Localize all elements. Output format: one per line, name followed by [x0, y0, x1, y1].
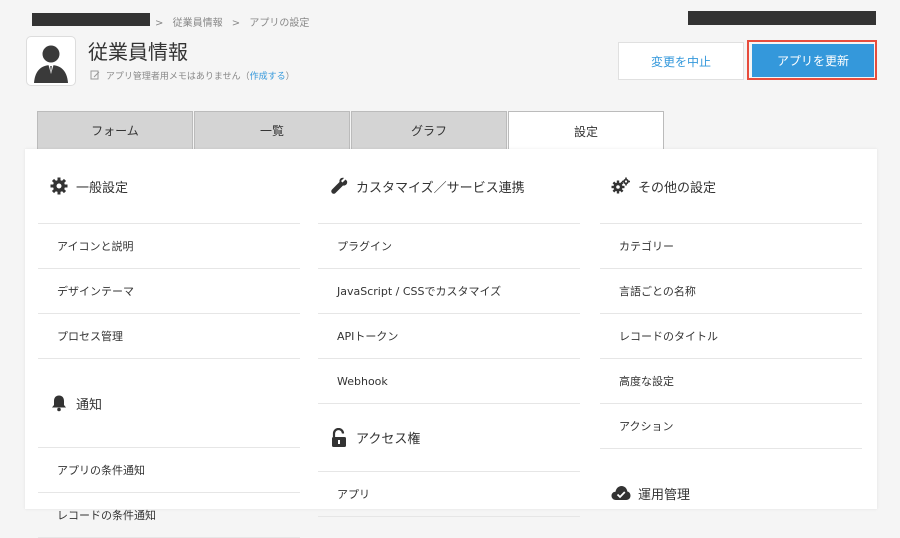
settings-link[interactable]: プラグイン: [318, 224, 580, 269]
settings-link[interactable]: アクション: [600, 404, 862, 449]
settings-link[interactable]: アプリ: [318, 472, 580, 517]
app-icon: [26, 36, 76, 86]
breadcrumb: > 従業員情報 > アプリの設定: [155, 14, 315, 29]
section-title: アクセス権: [356, 432, 421, 447]
settings-link[interactable]: JavaScript / CSSでカスタマイズ: [318, 269, 580, 314]
memo-create-link[interactable]: 作成する: [250, 72, 286, 82]
app-memo: アプリ管理者用メモはありません（作成する）: [90, 69, 295, 82]
section-title: その他の設定: [638, 180, 717, 196]
unlock-icon: [328, 427, 350, 449]
settings-link[interactable]: レコードのタイトル: [600, 314, 862, 359]
breadcrumb-app[interactable]: 従業員情報: [173, 18, 223, 29]
settings-link[interactable]: プロセス管理: [38, 314, 300, 359]
settings-column-2: カスタマイズ／サービス連携 プラグイン JavaScript / CSSでカスタ…: [318, 149, 580, 517]
settings-panel: 一般設定 アイコンと説明 デザインテーマ プロセス管理 通知 アプリの条件通知 …: [25, 149, 877, 538]
section-title: カスタマイズ／サービス連携: [356, 180, 525, 196]
settings-column-3: その他の設定 カテゴリー 言語ごとの名称 レコードのタイトル 高度な設定 アクシ…: [600, 149, 862, 537]
section-title: 通知: [76, 397, 103, 413]
person-icon: [34, 45, 68, 83]
section-customize: カスタマイズ／サービス連携: [318, 149, 580, 224]
section-general-settings: 一般設定: [38, 149, 300, 224]
bell-icon: [48, 392, 70, 414]
gears-icon: [610, 175, 632, 197]
redacted-breadcrumb-root: [32, 13, 150, 26]
section-operations: 運用管理: [600, 449, 862, 537]
settings-link[interactable]: 高度な設定: [600, 359, 862, 404]
settings-link[interactable]: 言語ごとの名称: [600, 269, 862, 314]
settings-link[interactable]: デザインテーマ: [38, 269, 300, 314]
memo-edit-icon: [90, 70, 106, 82]
settings-column-1: 一般設定 アイコンと説明 デザインテーマ プロセス管理 通知 アプリの条件通知 …: [38, 149, 300, 538]
settings-tabs: フォーム 一覧 グラフ 設定: [37, 111, 665, 150]
cancel-changes-button[interactable]: 変更を中止: [618, 42, 744, 80]
wrench-icon: [328, 175, 350, 197]
section-access: アクセス権: [318, 404, 580, 472]
memo-text: アプリ管理者用メモはありません（: [105, 72, 250, 82]
tab-list[interactable]: 一覧: [194, 111, 350, 149]
cloud-check-icon: [610, 482, 632, 504]
section-title: 一般設定: [76, 180, 129, 196]
tab-settings[interactable]: 設定: [508, 111, 664, 150]
settings-link[interactable]: レコードの条件通知: [38, 493, 300, 538]
memo-close: ）: [285, 72, 295, 82]
update-app-button[interactable]: アプリを更新: [752, 44, 874, 77]
settings-link[interactable]: APIトークン: [318, 314, 580, 359]
tab-form[interactable]: フォーム: [37, 111, 193, 149]
tab-graph[interactable]: グラフ: [351, 111, 507, 149]
breadcrumb-sep: >: [155, 18, 164, 29]
settings-link[interactable]: アプリの条件通知: [38, 448, 300, 493]
section-notification: 通知: [38, 359, 300, 448]
gear-icon: [48, 175, 70, 197]
section-other-settings: その他の設定: [600, 149, 862, 224]
settings-link[interactable]: カテゴリー: [600, 224, 862, 269]
breadcrumb-current: アプリの設定: [249, 18, 310, 29]
page-title: 従業員情報: [88, 40, 188, 64]
settings-link[interactable]: Webhook: [318, 359, 580, 404]
section-title: 運用管理: [638, 487, 691, 503]
redacted-user-menu[interactable]: [688, 11, 876, 25]
settings-link[interactable]: アイコンと説明: [38, 224, 300, 269]
breadcrumb-sep: >: [231, 18, 241, 29]
